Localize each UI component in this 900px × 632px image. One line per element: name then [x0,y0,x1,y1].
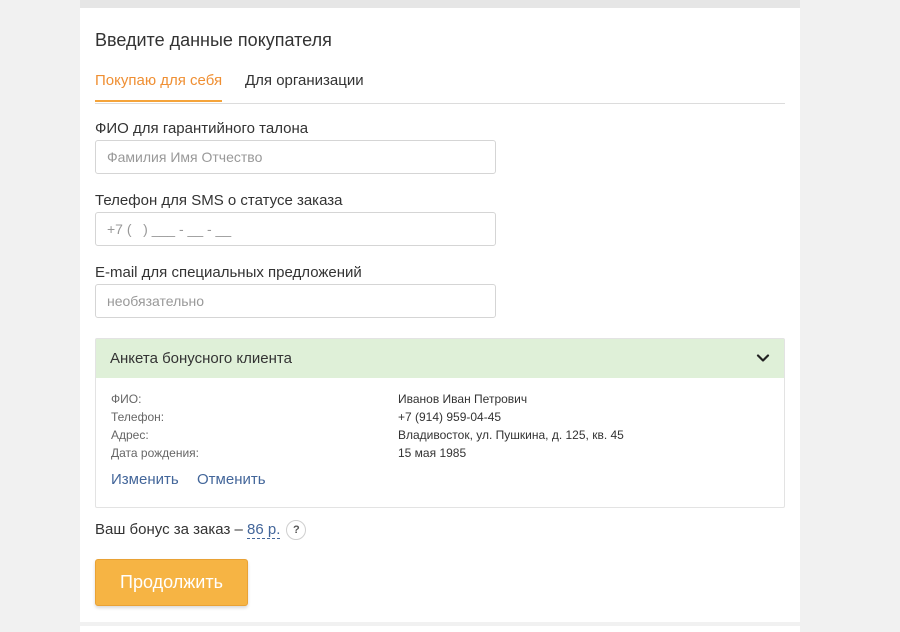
bonus-fio-value: Иванов Иван Петрович [398,392,528,406]
buyer-form-card: Введите данные покупателя Покупаю для се… [80,8,800,622]
order-bonus-amount[interactable]: 86 р. [247,520,281,539]
bonus-client-header[interactable]: Анкета бонусного клиента [96,339,784,378]
page-title: Введите данные покупателя [95,30,332,50]
bonus-birthdate-value: 15 мая 1985 [398,446,467,460]
phone-input[interactable] [95,212,496,246]
email-input[interactable] [95,284,496,318]
bonus-address-value: Владивосток, ул. Пушкина, д. 125, кв. 45 [398,428,624,442]
email-label: E-mail для специальных предложений [95,264,362,281]
bonus-client-title: Анкета бонусного клиента [110,350,292,367]
bonus-client-panel: Анкета бонусного клиента ФИО: Иванов Ива… [95,338,785,508]
next-section-edge [80,626,800,632]
phone-label: Телефон для SMS о статусе заказа [95,192,343,209]
tab-organization[interactable]: Для организации [245,72,364,99]
order-bonus-line: Ваш бонус за заказ – 86 р.? [95,520,307,540]
cancel-link[interactable]: Отменить [197,471,266,488]
bonus-phone-label: Телефон: [111,410,165,424]
previous-section-edge [80,0,800,8]
bonus-address-label: Адрес: [111,428,149,442]
buyer-type-tabs: Покупаю для себя Для организации [95,72,785,104]
edit-link[interactable]: Изменить [111,471,179,488]
tab-personal[interactable]: Покупаю для себя [95,72,223,102]
fio-input[interactable] [95,140,496,174]
fio-label: ФИО для гарантийного талона [95,120,309,137]
bonus-fio-label: ФИО: [111,392,142,406]
continue-button[interactable]: Продолжить [95,559,248,606]
bonus-birthdate-label: Дата рождения: [111,446,199,460]
chevron-down-icon[interactable] [756,351,770,365]
help-icon[interactable]: ? [286,520,307,540]
bonus-phone-value: +7 (914) 959-04-45 [398,410,502,424]
order-bonus-text: Ваш бонус за заказ – [95,520,247,538]
